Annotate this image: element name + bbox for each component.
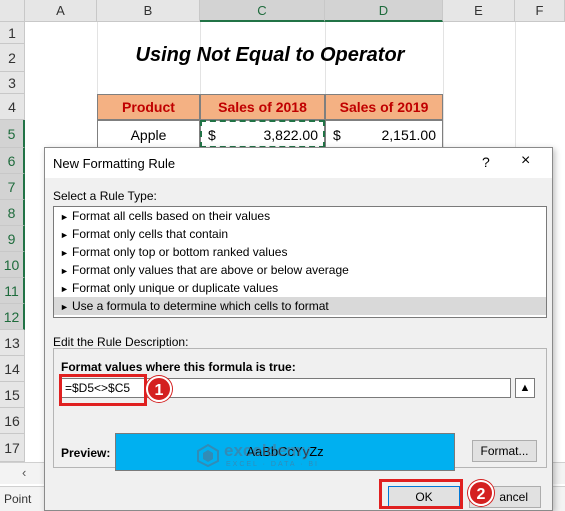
row-header-4[interactable]: 4: [0, 94, 25, 120]
rule-type-item[interactable]: ► Format only cells that contain: [54, 225, 546, 243]
edit-rule-description-label: Edit the Rule Description:: [53, 335, 189, 349]
column-header-b[interactable]: B: [97, 0, 200, 22]
rule-type-item[interactable]: ► Format only top or bottom ranked values: [54, 243, 546, 261]
rule-type-label: Use a formula to determine which cells t…: [72, 299, 329, 313]
rule-type-item[interactable]: ► Format only unique or duplicate values: [54, 279, 546, 297]
rule-type-label: Format all cells based on their values: [72, 209, 271, 223]
collapse-dialog-icon[interactable]: ▲: [515, 378, 535, 398]
scroll-left-icon[interactable]: ‹: [22, 465, 26, 480]
sheet-title: Using Not Equal to Operator: [135, 44, 405, 66]
row-header-3[interactable]: 3: [0, 72, 25, 94]
arrow-right-icon: ►: [60, 302, 69, 312]
dialog-title: New Formatting Rule: [53, 156, 176, 171]
header-sales-2018[interactable]: Sales of 2018: [200, 94, 325, 120]
column-header-a[interactable]: A: [25, 0, 97, 22]
arrow-right-icon: ►: [60, 230, 69, 240]
column-header-d[interactable]: D: [325, 0, 443, 22]
row-header-12[interactable]: 12: [0, 304, 25, 330]
copy-marquee: [200, 120, 325, 148]
row-header-11[interactable]: 11: [0, 278, 25, 304]
header-sales-2019[interactable]: Sales of 2019: [325, 94, 443, 120]
cancel-button-label: ancel: [499, 490, 528, 504]
step-badge-1: 1: [146, 376, 172, 402]
rule-type-label: Format only top or bottom ranked values: [72, 245, 288, 259]
highlight-formula-box: [59, 374, 147, 406]
close-button[interactable]: ×: [521, 152, 530, 170]
arrow-right-icon: ►: [60, 266, 69, 276]
watermark-tagline: EXCEL · DATA · BI: [226, 461, 319, 468]
cell-sales-2019[interactable]: $ 2,151.00: [325, 120, 443, 148]
step-badge-2: 2: [468, 480, 494, 506]
rule-type-item-selected[interactable]: ► Use a formula to determine which cells …: [54, 297, 546, 315]
select-rule-type-label: Select a Rule Type:: [53, 189, 157, 203]
row-header-5[interactable]: 5: [0, 120, 25, 148]
status-mode: Point: [4, 492, 32, 506]
column-header-e[interactable]: E: [443, 0, 515, 22]
arrow-right-icon: ►: [60, 212, 69, 222]
row-header-8[interactable]: 8: [0, 200, 25, 226]
rule-type-label: Format only unique or duplicate values: [72, 281, 279, 295]
format-values-label: Format values where this formula is true…: [61, 360, 296, 374]
cell-product[interactable]: Apple: [97, 120, 200, 148]
arrow-right-icon: ►: [60, 284, 69, 294]
rule-type-item[interactable]: ► Format all cells based on their values: [54, 207, 546, 225]
row-header-14[interactable]: 14: [0, 356, 25, 382]
row-header-10[interactable]: 10: [0, 252, 25, 278]
exceldemy-watermark: exceldemy EXCEL · DATA · BI: [196, 441, 356, 471]
select-all-corner[interactable]: [0, 0, 25, 22]
row-header-2[interactable]: 2: [0, 44, 25, 72]
row-header-9[interactable]: 9: [0, 226, 25, 252]
row-header-6[interactable]: 6: [0, 148, 25, 174]
rule-type-item[interactable]: ► Format only values that are above or be…: [54, 261, 546, 279]
row-header-16[interactable]: 16: [0, 408, 25, 434]
rule-type-list[interactable]: ► Format all cells based on their values …: [53, 206, 547, 318]
arrow-right-icon: ►: [60, 248, 69, 258]
column-header-f[interactable]: F: [515, 0, 565, 22]
dialog-titlebar[interactable]: New Formatting Rule ? ×: [45, 148, 552, 178]
row-header-7[interactable]: 7: [0, 174, 25, 200]
format-button[interactable]: Format...: [472, 440, 537, 462]
sales-2019-value: 2,151.00: [381, 127, 437, 143]
row-header-13[interactable]: 13: [0, 330, 25, 356]
row-header-15[interactable]: 15: [0, 382, 25, 408]
rule-type-label: Format only values that are above or bel…: [72, 263, 349, 277]
header-product[interactable]: Product: [97, 94, 200, 120]
column-header-c[interactable]: C: [200, 0, 325, 22]
watermark-name: exceldemy: [224, 441, 311, 460]
rule-type-label: Format only cells that contain: [72, 227, 229, 241]
preview-label: Preview:: [61, 446, 111, 460]
row-header-1[interactable]: 1: [0, 22, 25, 44]
row-header-17[interactable]: 17: [0, 434, 25, 462]
currency-symbol: $: [333, 127, 341, 143]
help-button[interactable]: ?: [482, 154, 490, 170]
highlight-ok-box: [379, 479, 463, 509]
exceldemy-logo-icon: [197, 443, 219, 467]
